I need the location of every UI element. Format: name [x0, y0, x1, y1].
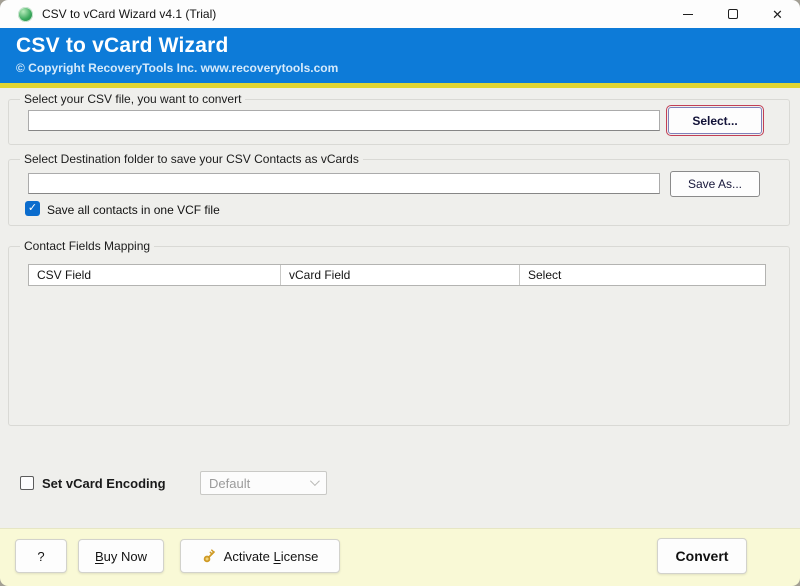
footer-bar: ? Buy Now Activate License Convert	[0, 528, 800, 586]
app-icon	[18, 7, 33, 22]
copyright-text: © Copyright RecoveryTools Inc. www.recov…	[16, 61, 800, 75]
activate-license-button[interactable]: Activate License	[180, 539, 340, 573]
app-header: CSV to vCard Wizard © Copyright Recovery…	[0, 28, 800, 83]
chevron-down-icon	[310, 476, 320, 486]
encoding-dropdown-value: Default	[209, 476, 250, 491]
save-as-button[interactable]: Save As...	[670, 171, 760, 197]
csv-file-input[interactable]	[28, 110, 660, 131]
convert-button[interactable]: Convert	[657, 538, 747, 574]
checkmark-icon: ✓	[28, 203, 37, 214]
csv-file-group-label: Select your CSV file, you want to conver…	[20, 92, 245, 106]
buy-now-label: Buy Now	[95, 549, 147, 564]
activate-license-label: Activate License	[224, 549, 319, 564]
key-icon	[202, 548, 218, 564]
destination-input[interactable]	[28, 173, 660, 194]
close-icon: ✕	[772, 8, 783, 21]
title-bar: CSV to vCard Wizard v4.1 (Trial) ✕	[0, 0, 800, 28]
window-controls: ✕	[665, 0, 800, 28]
minimize-icon	[683, 14, 693, 15]
encoding-checkbox-label: Set vCard Encoding	[42, 476, 166, 491]
page-title: CSV to vCard Wizard	[16, 34, 800, 58]
destination-group-label: Select Destination folder to save your C…	[20, 152, 363, 166]
main-content: Select your CSV file, you want to conver…	[0, 88, 800, 528]
help-button[interactable]: ?	[15, 539, 67, 573]
minimize-button[interactable]	[665, 0, 710, 28]
window-title: CSV to vCard Wizard v4.1 (Trial)	[42, 7, 216, 21]
column-header-select[interactable]: Select	[520, 265, 765, 285]
maximize-button[interactable]	[710, 0, 755, 28]
mapping-table-header: CSV Field vCard Field Select	[28, 264, 766, 286]
close-button[interactable]: ✕	[755, 0, 800, 28]
column-header-vcard-field[interactable]: vCard Field	[281, 265, 520, 285]
encoding-dropdown[interactable]: Default	[200, 471, 327, 495]
maximize-icon	[728, 9, 738, 19]
single-vcf-checkbox-label: Save all contacts in one VCF file	[47, 203, 220, 217]
select-file-button[interactable]: Select...	[668, 107, 762, 134]
mapping-group-label: Contact Fields Mapping	[20, 239, 154, 253]
column-header-csv-field[interactable]: CSV Field	[29, 265, 281, 285]
single-vcf-checkbox[interactable]: ✓	[25, 201, 40, 216]
encoding-checkbox[interactable]	[20, 476, 34, 490]
app-window: CSV to vCard Wizard v4.1 (Trial) ✕ CSV t…	[0, 0, 800, 586]
buy-now-button[interactable]: Buy Now	[78, 539, 164, 573]
